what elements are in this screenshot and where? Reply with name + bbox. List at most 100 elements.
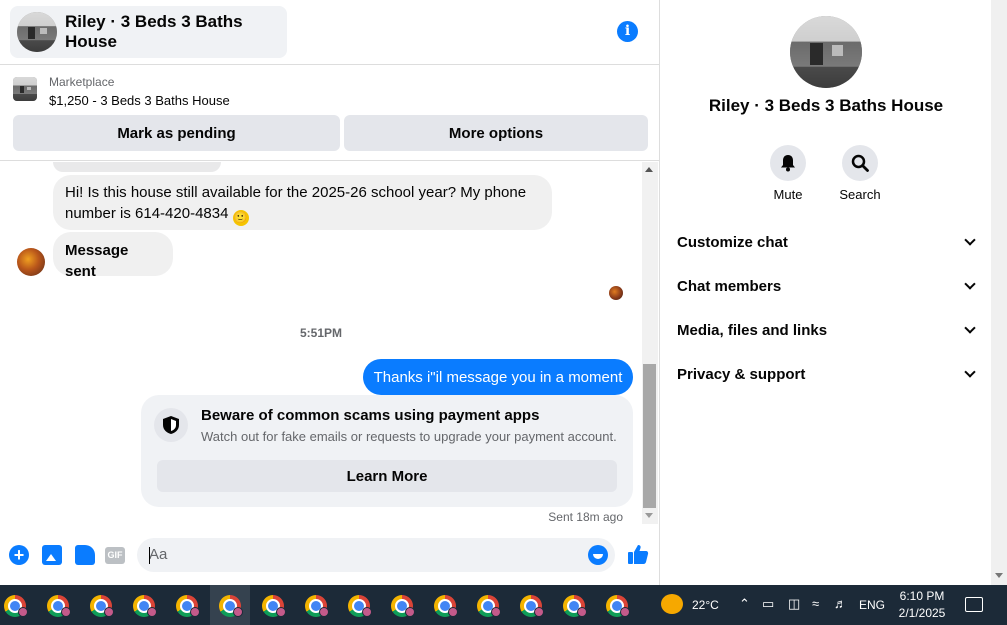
plus-icon[interactable]: + — [9, 545, 29, 565]
taskbar-chrome-window[interactable] — [43, 590, 73, 620]
speaker-icon[interactable]: ♬ — [834, 596, 847, 611]
profile-badge — [147, 607, 157, 617]
listing-title[interactable]: $1,250 - 3 Beds 3 Baths House — [49, 93, 230, 108]
system-clock[interactable]: 6:10 PM 2/1/2025 — [890, 588, 954, 622]
profile-badge — [18, 607, 28, 617]
search-button[interactable]: Search — [830, 145, 890, 202]
profile-title: Riley · 3 Beds 3 Baths House — [708, 96, 944, 115]
weather-icon[interactable] — [661, 594, 683, 614]
scroll-up-arrow-icon[interactable] — [645, 167, 653, 172]
profile-badge — [319, 607, 329, 617]
sticker-icon[interactable] — [75, 545, 95, 565]
profile-badge — [534, 607, 544, 617]
taskbar-chrome-window[interactable] — [516, 590, 546, 620]
profile-badge — [362, 607, 372, 617]
listing-source: Marketplace — [49, 75, 115, 89]
wifi-icon[interactable]: ≈ — [812, 596, 819, 611]
profile-badge — [405, 607, 415, 617]
message-text-line1: Hi! Is this house still available for th… — [65, 184, 527, 201]
chevron-up-icon[interactable]: ⌃ — [739, 596, 750, 612]
messenger-app: Riley · 3 Beds 3 Baths House i Marketpla… — [0, 0, 1007, 585]
windows-taskbar: 22°C ⌃ ▭ ◫ ≈ ♬ ENG 6:10 PM 2/1/2025 — [0, 585, 1007, 625]
section-label: Media, files and links — [677, 321, 828, 339]
profile-badge — [577, 607, 587, 617]
profile-badge — [233, 607, 243, 617]
search-label: Search — [839, 187, 881, 202]
scrollbar-thumb[interactable] — [643, 364, 656, 508]
incoming-message: Message sent — [53, 232, 173, 280]
house-thumbnail — [13, 77, 37, 101]
conversation-info-panel: Riley · 3 Beds 3 Baths House Mute Search… — [661, 0, 991, 585]
notification-icon[interactable] — [965, 597, 983, 612]
media-files-links-row[interactable]: Media, files and links — [677, 312, 977, 348]
scroll-down-arrow-icon[interactable] — [645, 513, 653, 518]
scam-warning-title: Beware of common scams using payment app… — [201, 407, 540, 424]
customize-chat-row[interactable]: Customize chat — [677, 224, 977, 260]
profile-badge — [276, 607, 286, 617]
scam-warning-card: Beware of common scams using payment app… — [141, 395, 633, 507]
taskbar-chrome-window[interactable] — [344, 590, 374, 620]
taskbar-chrome-window[interactable] — [430, 590, 460, 620]
section-label: Privacy & support — [677, 365, 806, 383]
chat-pane: Riley · 3 Beds 3 Baths House i Marketpla… — [0, 0, 660, 585]
taskbar-chrome-window[interactable] — [129, 590, 159, 620]
previous-message-bubble — [53, 162, 221, 172]
taskbar-chrome-window[interactable] — [86, 590, 116, 620]
sender-avatar[interactable] — [17, 248, 45, 276]
clock-time: 6:10 PM — [899, 589, 945, 603]
conversation-title-button[interactable]: Riley · 3 Beds 3 Baths House — [10, 6, 287, 58]
taskbar-chrome-window[interactable] — [301, 590, 331, 620]
chevron-down-icon — [964, 322, 976, 334]
section-label: Chat members — [677, 277, 782, 295]
taskbar-chrome-window[interactable] — [0, 590, 30, 620]
chevron-down-icon — [964, 234, 976, 246]
mute-label: Mute — [773, 187, 803, 202]
battery-icon[interactable]: ▭ — [762, 596, 774, 612]
message-input[interactable]: Aa — [137, 538, 615, 572]
taskbar-chrome-window[interactable] — [172, 590, 202, 620]
taskbar-chrome-window[interactable] — [473, 590, 503, 620]
bell-icon — [770, 145, 806, 181]
photo-icon[interactable] — [42, 545, 62, 565]
profile-badge — [620, 607, 630, 617]
chat-members-row[interactable]: Chat members — [677, 268, 977, 304]
mute-button[interactable]: Mute — [758, 145, 818, 202]
info-icon[interactable]: i — [617, 21, 638, 42]
temperature[interactable]: 22°C — [692, 598, 719, 612]
message-list[interactable]: Hi! Is this house still available for th… — [0, 162, 642, 527]
taskbar-chrome-window[interactable] — [258, 590, 288, 620]
taskbar-chrome-window[interactable] — [602, 590, 632, 620]
taskbar-chrome-window[interactable] — [387, 590, 417, 620]
clock-date: 2/1/2025 — [898, 606, 946, 620]
conversation-avatar — [17, 12, 57, 52]
gif-icon[interactable]: GIF — [105, 547, 125, 564]
outgoing-message: Thanks i"il message you in a moment — [363, 359, 633, 395]
marketplace-listing-bar: Marketplace $1,250 - 3 Beds 3 Baths Hous… — [0, 65, 660, 161]
profile-avatar[interactable] — [790, 16, 862, 88]
emoji-icon[interactable] — [588, 545, 608, 565]
sent-status: Sent 18m ago — [548, 510, 623, 524]
seen-by-avatar — [609, 286, 623, 300]
listing-thumbnail[interactable] — [13, 77, 37, 101]
scam-warning-text: Watch out for fake emails or requests to… — [201, 429, 617, 444]
language-indicator[interactable]: ENG — [859, 598, 885, 612]
mark-as-pending-button[interactable]: Mark as pending — [13, 115, 340, 151]
more-options-button[interactable]: More options — [344, 115, 648, 151]
incoming-message: Hi! Is this house still available for th… — [53, 175, 552, 230]
device-icon[interactable]: ◫ — [788, 596, 800, 612]
learn-more-button[interactable]: Learn More — [157, 460, 617, 492]
page-scrollbar[interactable] — [991, 0, 1007, 585]
profile-badge — [104, 607, 114, 617]
chevron-down-icon — [964, 278, 976, 290]
profile-badge — [190, 607, 200, 617]
shield-icon — [154, 408, 188, 442]
house-thumbnail — [790, 16, 862, 88]
thumbs-up-icon[interactable] — [627, 543, 649, 565]
message-text-line2: number is 614-420-4834 — [65, 205, 229, 222]
search-icon — [842, 145, 878, 181]
privacy-support-row[interactable]: Privacy & support — [677, 356, 977, 392]
taskbar-chrome-window[interactable] — [559, 590, 589, 620]
taskbar-chrome-window-active[interactable] — [210, 585, 250, 625]
chat-header: Riley · 3 Beds 3 Baths House i — [0, 0, 660, 65]
chevron-down-icon — [964, 366, 976, 378]
